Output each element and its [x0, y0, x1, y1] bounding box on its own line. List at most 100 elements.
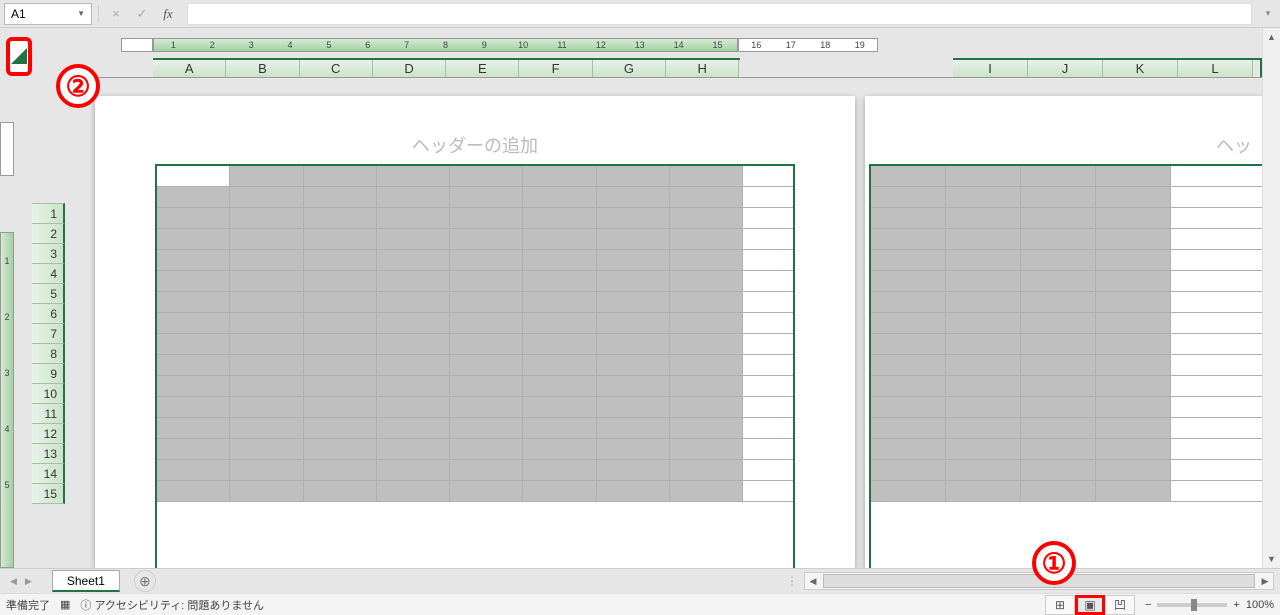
name-box[interactable]: A1 ▼ [4, 3, 92, 25]
cell[interactable] [230, 187, 303, 207]
cell[interactable] [1021, 481, 1096, 501]
row-header[interactable]: 9 [32, 363, 65, 384]
page-header-placeholder[interactable]: ヘッダーの追加 [95, 96, 855, 164]
sheet-nav-buttons[interactable]: ◀ ▶ [0, 576, 42, 587]
cell[interactable] [670, 166, 743, 186]
cell[interactable] [597, 418, 670, 438]
column-header[interactable]: E [446, 60, 519, 77]
cell[interactable] [871, 460, 946, 480]
cell[interactable] [230, 250, 303, 270]
horizontal-ruler[interactable]: 1 2 3 4 5 6 7 8 9 10 11 12 13 14 15 [153, 38, 738, 52]
cell[interactable] [946, 187, 1021, 207]
expand-formula-bar-button[interactable]: ▾ [1260, 3, 1276, 25]
cell[interactable] [377, 187, 450, 207]
scroll-left-icon[interactable]: ◀ [805, 576, 821, 587]
cell[interactable] [597, 397, 670, 417]
cell[interactable] [946, 355, 1021, 375]
cell[interactable] [597, 250, 670, 270]
cell[interactable] [377, 397, 450, 417]
cell[interactable] [230, 481, 303, 501]
cell[interactable] [670, 292, 743, 312]
row-header[interactable]: 1 [32, 203, 65, 224]
cell[interactable] [450, 292, 523, 312]
cell[interactable] [1096, 397, 1171, 417]
sheet-tab-sheet1[interactable]: Sheet1 [52, 570, 120, 592]
cell[interactable] [871, 208, 946, 228]
cell[interactable] [670, 271, 743, 291]
cell[interactable] [1021, 187, 1096, 207]
cell[interactable] [1096, 334, 1171, 354]
cell[interactable] [304, 376, 377, 396]
cell[interactable] [523, 355, 596, 375]
page-layout-view-button[interactable]: ▣ [1075, 595, 1105, 615]
cell[interactable] [304, 460, 377, 480]
scroll-down-icon[interactable]: ▼ [1263, 550, 1280, 568]
cell[interactable] [523, 460, 596, 480]
cell[interactable] [670, 481, 743, 501]
name-box-dropdown-icon[interactable]: ▼ [77, 9, 85, 18]
cell[interactable] [304, 355, 377, 375]
cell[interactable] [946, 250, 1021, 270]
cell[interactable] [450, 334, 523, 354]
row-header[interactable]: 3 [32, 243, 65, 264]
next-sheet-icon[interactable]: ▶ [25, 576, 32, 587]
cell[interactable] [597, 166, 670, 186]
cell[interactable] [871, 439, 946, 459]
cell[interactable] [230, 397, 303, 417]
cell[interactable] [377, 376, 450, 396]
cell[interactable] [946, 481, 1021, 501]
cell[interactable] [871, 229, 946, 249]
column-header[interactable]: G [593, 60, 666, 77]
cell[interactable] [523, 229, 596, 249]
cell[interactable] [377, 481, 450, 501]
cell[interactable] [871, 481, 946, 501]
cell[interactable] [377, 355, 450, 375]
cell[interactable] [670, 187, 743, 207]
cell[interactable] [377, 313, 450, 333]
cell[interactable] [157, 376, 230, 396]
cell[interactable] [450, 187, 523, 207]
cell[interactable] [450, 376, 523, 396]
cell[interactable] [871, 187, 946, 207]
row-header[interactable]: 12 [32, 423, 65, 444]
cell[interactable] [670, 334, 743, 354]
cell[interactable] [157, 355, 230, 375]
cell[interactable] [304, 229, 377, 249]
row-header[interactable]: 7 [32, 323, 65, 344]
cell[interactable] [946, 229, 1021, 249]
vertical-scrollbar[interactable]: ▲ ▼ [1262, 28, 1280, 568]
cell[interactable] [946, 208, 1021, 228]
cell[interactable] [1096, 166, 1171, 186]
vertical-ruler[interactable]: 1 2 3 4 5 [0, 232, 14, 568]
row-header[interactable]: 8 [32, 343, 65, 364]
zoom-in-button[interactable]: + [1233, 599, 1239, 611]
cell[interactable] [1021, 229, 1096, 249]
cell[interactable] [523, 376, 596, 396]
cell[interactable] [1021, 376, 1096, 396]
cell[interactable] [871, 250, 946, 270]
column-header[interactable]: F [519, 60, 592, 77]
cell[interactable] [157, 418, 230, 438]
column-header[interactable]: A [153, 60, 226, 77]
column-header[interactable]: D [373, 60, 446, 77]
cell[interactable] [1096, 355, 1171, 375]
cell[interactable] [377, 334, 450, 354]
cell[interactable] [523, 187, 596, 207]
cell[interactable] [230, 313, 303, 333]
column-header[interactable]: K [1103, 60, 1178, 77]
zoom-slider-knob[interactable] [1191, 599, 1197, 611]
cell[interactable] [670, 439, 743, 459]
zoom-slider[interactable] [1157, 603, 1227, 607]
cell[interactable] [1021, 397, 1096, 417]
confirm-formula-button[interactable]: ✓ [131, 3, 153, 25]
row-header[interactable]: 13 [32, 443, 65, 464]
formula-input[interactable] [187, 3, 1252, 25]
cell[interactable] [670, 397, 743, 417]
cell[interactable] [304, 334, 377, 354]
cell[interactable] [450, 355, 523, 375]
cell[interactable] [597, 313, 670, 333]
cell[interactable] [377, 439, 450, 459]
normal-view-button[interactable]: ⊞ [1045, 595, 1075, 615]
cell[interactable] [946, 460, 1021, 480]
cell[interactable] [450, 418, 523, 438]
